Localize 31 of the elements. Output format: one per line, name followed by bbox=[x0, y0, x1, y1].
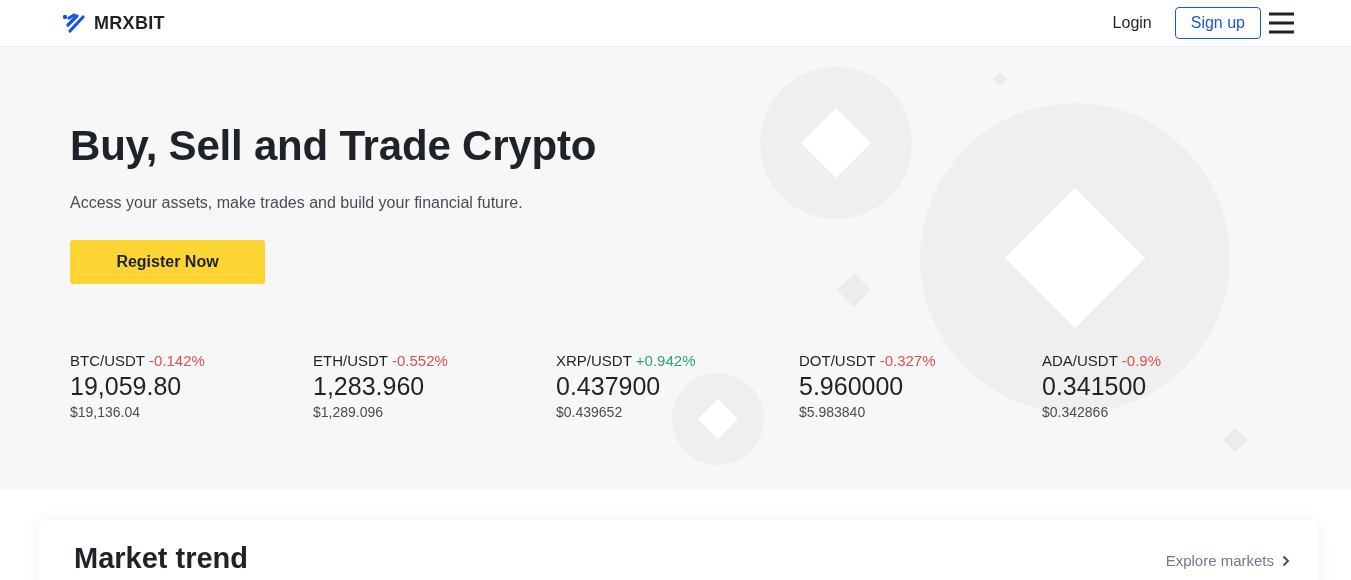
price-change: -0.142% bbox=[149, 352, 205, 369]
usd-price: $19,136.04 bbox=[70, 404, 142, 420]
hero-subtitle: Access your assets, make trades and build your financial future. bbox=[70, 194, 524, 212]
brand-name: MRXBIT bbox=[94, 12, 165, 34]
last-price: 19,059.80 bbox=[70, 372, 183, 401]
register-button[interactable]: Register Now bbox=[70, 240, 265, 284]
hero-title: Buy, Sell and Trade Crypto bbox=[70, 122, 598, 170]
last-price: 5.960000 bbox=[799, 372, 905, 401]
pair-label: BTC/USDT bbox=[70, 352, 145, 369]
pair-label: ADA/USDT bbox=[1042, 352, 1118, 369]
menu-icon[interactable] bbox=[1269, 12, 1294, 34]
section-title: Market trend bbox=[74, 542, 249, 575]
usd-price: $5.983840 bbox=[799, 404, 867, 420]
last-price: 0.341500 bbox=[1042, 372, 1148, 401]
last-price: 0.437900 bbox=[556, 372, 662, 401]
usd-price: $0.342866 bbox=[1042, 404, 1110, 420]
usd-price: $1,289.096 bbox=[313, 404, 385, 420]
explore-link[interactable]: Explore markets bbox=[1165, 552, 1290, 569]
price-change: -0.552% bbox=[392, 352, 448, 369]
signup-button[interactable]: Sign up bbox=[1174, 7, 1261, 39]
usd-price: $0.439652 bbox=[556, 404, 624, 420]
price-change: -0.327% bbox=[879, 352, 936, 369]
chevron-right-icon bbox=[1282, 554, 1290, 567]
price-change: +0.942% bbox=[635, 352, 696, 369]
logo-icon bbox=[62, 13, 86, 33]
pair-label: ETH/USDT bbox=[313, 352, 388, 369]
login-link[interactable]: Login bbox=[1112, 14, 1152, 32]
pair-label: XRP/USDT bbox=[556, 352, 632, 369]
pair-label: DOT/USDT bbox=[799, 352, 876, 369]
last-price: 1,283.960 bbox=[313, 372, 426, 401]
price-change: -0.9% bbox=[1121, 352, 1162, 369]
